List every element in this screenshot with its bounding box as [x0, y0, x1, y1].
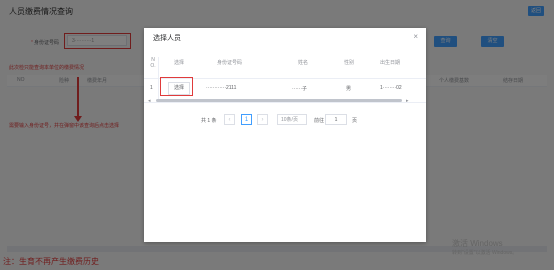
col-header-name: 姓名 — [298, 60, 309, 66]
col-header-gender: 性别 — [344, 60, 355, 66]
col-header-birth: 出生日期 — [380, 60, 401, 66]
close-icon[interactable]: × — [413, 32, 418, 41]
select-highlight-box — [160, 77, 193, 96]
pagination-goto-label: 前往 — [314, 118, 325, 124]
row-name: ······子 — [292, 86, 307, 92]
row-id-number: ············2111 — [206, 85, 237, 91]
table-bottom-border — [144, 102, 426, 103]
table-divider — [158, 57, 159, 103]
row-gender: 男 — [346, 86, 352, 92]
row-birth-date: 1········02 — [380, 85, 402, 91]
pagination-prev-icon[interactable]: ‹ — [224, 114, 235, 125]
pagination-page-size-select[interactable]: 10条/页 — [277, 114, 307, 125]
dialog-title: 选择人员 — [153, 35, 181, 42]
col-header-id: 身份证号码 — [217, 60, 243, 66]
col-header-no: N O. — [150, 57, 156, 69]
pagination-goto-input[interactable]: 1 — [325, 114, 347, 125]
col-header-select: 选择 — [174, 60, 185, 66]
pagination-current-page[interactable]: 1 — [241, 114, 252, 125]
scroll-left-icon[interactable]: ◂ — [148, 98, 151, 104]
scroll-right-icon[interactable]: ▸ — [406, 98, 409, 104]
row-no: 1 — [150, 85, 153, 91]
select-person-dialog: 选择人员 × N O. 选择 身份证号码 姓名 性别 出生日期 1 选择 ···… — [144, 28, 426, 242]
pagination-page-suffix: 页 — [352, 118, 358, 124]
pagination-total: 共 1 条 — [201, 118, 217, 124]
pagination-next-icon[interactable]: › — [257, 114, 268, 125]
